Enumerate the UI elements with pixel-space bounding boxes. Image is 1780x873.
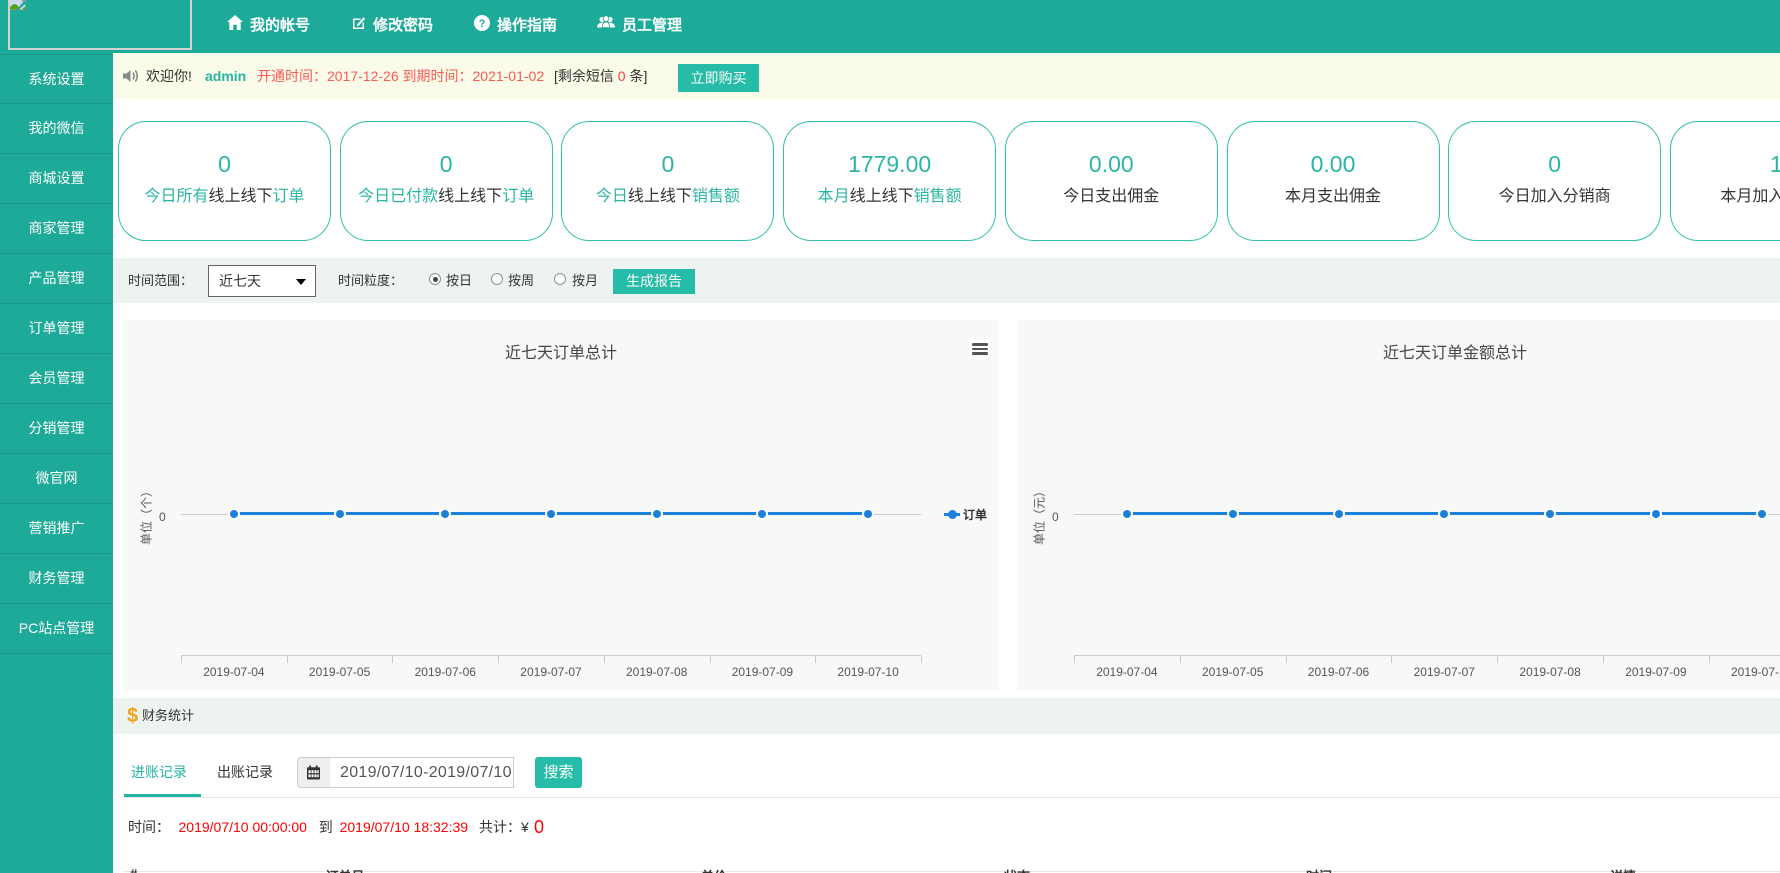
svg-text:?: ?	[479, 18, 486, 30]
